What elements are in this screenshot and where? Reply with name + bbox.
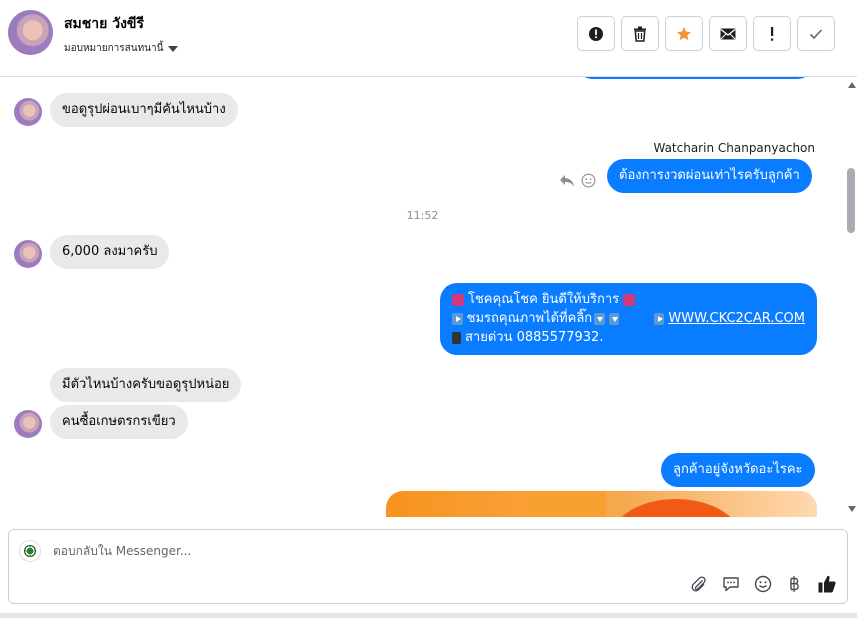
incoming-message[interactable]: มีตัวไหนบ้างครับขอดูรุปหน่อย [50, 368, 242, 402]
outgoing-message-bubble-partial [578, 77, 812, 79]
contact-avatar-small [14, 240, 42, 268]
sender-name: Watcharin Chanpanyachon [653, 141, 815, 155]
promo-link[interactable]: WWW.CKC2CAR.COM [668, 309, 805, 328]
chevron-down-icon [168, 45, 179, 52]
contact-avatar-small [14, 410, 42, 438]
alert-circle-icon [589, 26, 603, 41]
incoming-message[interactable]: 6,000 ลงมาครับ [50, 235, 170, 269]
delete-button[interactable] [621, 16, 659, 51]
mobile-phone-icon [452, 331, 461, 344]
promo-text: ชมรถคุณภาพได้ที่คลิ๊ก [466, 311, 593, 326]
contact-avatar[interactable] [8, 10, 53, 55]
star-icon [677, 26, 691, 40]
image-attachment[interactable] [386, 491, 817, 517]
play-button-icon [452, 312, 463, 325]
outgoing-message[interactable]: ต้องการงวดผ่อนเท่าไรครับลูกค้า [607, 159, 812, 193]
contact-name[interactable]: สมชาย วังขีรี [64, 13, 144, 35]
scroll-up-icon[interactable] [848, 82, 856, 88]
down-arrow-icon [608, 312, 620, 325]
page-avatar [19, 540, 41, 562]
react-smiley-icon[interactable] [581, 173, 596, 188]
message-tools [559, 173, 596, 188]
outgoing-promo-message[interactable]: โชคคุณโชค ยินดีให้บริการ ชมรถคุณภาพได้ที… [440, 283, 817, 355]
pink-square-icon [452, 293, 464, 306]
follow-up-button[interactable] [753, 16, 791, 51]
incoming-message[interactable]: ขอดูรุปผ่อนเบาๆมีคันไหนบ้าง [50, 93, 238, 127]
scroll-thumb[interactable] [847, 168, 855, 233]
composer-tools [689, 574, 837, 594]
promo-line: ชมรถคุณภาพได้ที่คลิ๊ก WWW.CKC2CAR.COM [452, 309, 805, 328]
chat-bubble-icon[interactable] [721, 574, 741, 594]
conversation-header: สมชาย วังขีรี มอบหมายการสนทนานี้ [0, 0, 857, 77]
promo-text: สายด่วน 0885577932. [465, 330, 604, 345]
timestamp: 11:52 [406, 209, 439, 222]
pink-square-icon [623, 293, 636, 306]
mark-done-button[interactable] [797, 16, 835, 51]
incoming-message[interactable]: คนซื้อเกษตรกรเขียว [50, 405, 188, 439]
report-spam-button[interactable] [577, 16, 615, 51]
reply-icon[interactable] [559, 174, 575, 188]
down-arrow-icon [594, 312, 605, 325]
scroll-down-icon[interactable] [848, 506, 856, 512]
baht-icon[interactable] [785, 574, 805, 594]
assign-conversation-dropdown[interactable]: มอบหมายการสนทนานี้ [64, 41, 179, 56]
bottom-divider [0, 613, 857, 618]
header-actions [577, 16, 835, 51]
message-thread: ขอดูรุปผ่อนเบาๆมีคันไหนบ้าง Watcharin Ch… [0, 77, 845, 517]
promo-line: สายด่วน 0885577932. [452, 328, 805, 347]
paperclip-icon[interactable] [689, 574, 709, 594]
star-button[interactable] [665, 16, 703, 51]
play-button-icon [653, 312, 665, 325]
exclamation-icon [771, 26, 774, 41]
mark-unread-button[interactable] [709, 16, 747, 51]
reply-input[interactable] [53, 544, 753, 558]
envelope-icon [720, 28, 736, 39]
trash-icon [634, 26, 646, 42]
thread-scrollbar[interactable] [845, 77, 857, 517]
promo-text: โชคคุณโชค ยินดีให้บริการ [468, 292, 620, 307]
thumbs-up-icon[interactable] [817, 574, 837, 594]
assign-label: มอบหมายการสนทนานี้ [64, 43, 164, 54]
outgoing-message[interactable]: ลูกค้าอยู่จังหวัดอะไรคะ [661, 453, 815, 487]
check-icon [809, 28, 823, 39]
promo-line: โชคคุณโชค ยินดีให้บริการ [452, 290, 805, 309]
contact-avatar-small [14, 98, 42, 126]
smiley-icon[interactable] [753, 574, 773, 594]
reply-composer [8, 529, 848, 604]
